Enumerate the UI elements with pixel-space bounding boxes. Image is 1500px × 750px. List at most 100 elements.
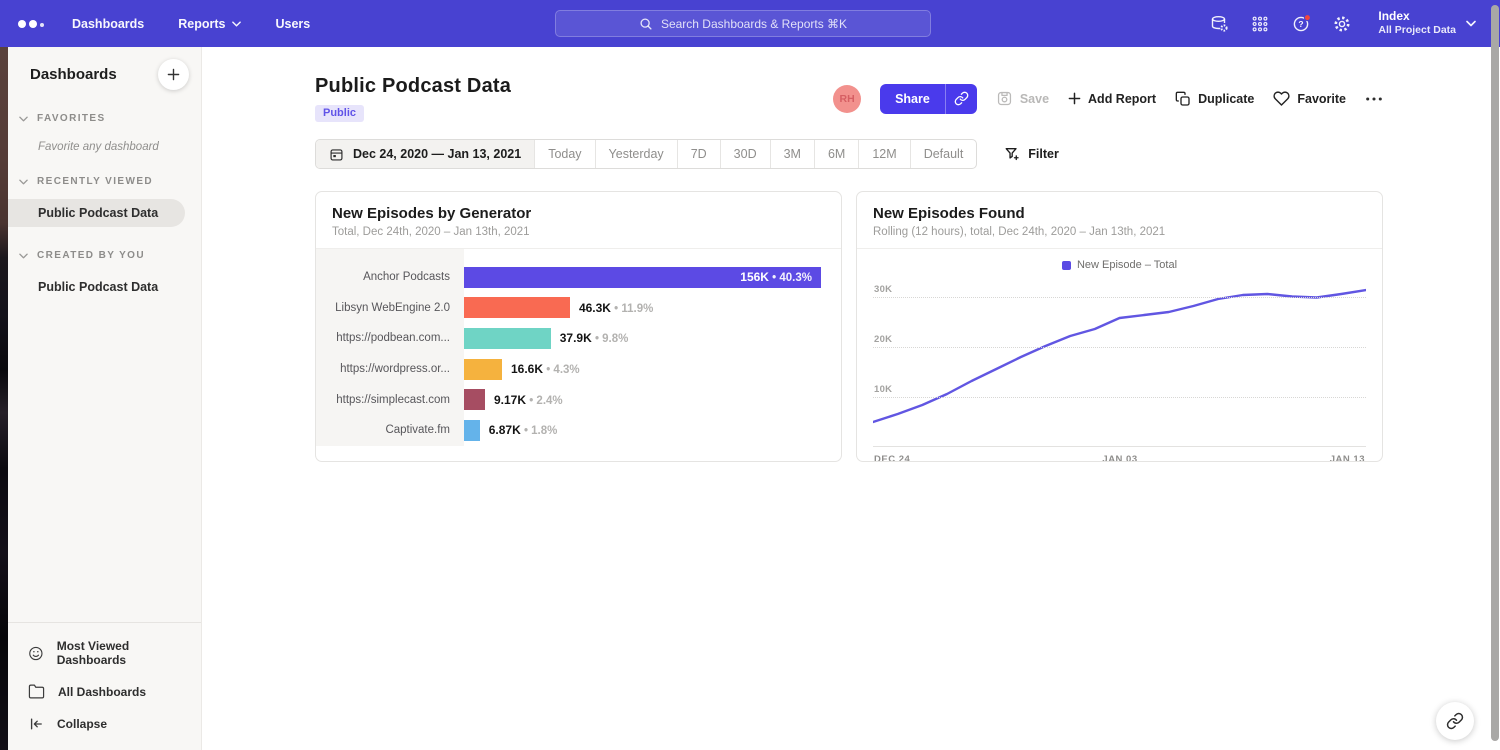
x-tick: JAN 03 (1102, 454, 1137, 462)
chevron-down-icon (19, 179, 28, 185)
bar-value-label: 9.17K • 2.4% (494, 393, 563, 407)
x-axis-labels: DEC 24 JAN 03 JAN 13 (873, 447, 1366, 462)
most-viewed-dashboards-button[interactable]: Most Viewed Dashboards (8, 631, 201, 675)
bar-segment[interactable]: 156K • 40.3% (464, 267, 821, 288)
chevron-down-icon (19, 116, 28, 122)
sidebar-item-public-podcast-data[interactable]: Public Podcast Data (8, 199, 185, 227)
save-button[interactable]: Save (996, 90, 1049, 107)
preset-6m[interactable]: 6M (814, 140, 858, 168)
chart-legend[interactable]: New Episode – Total (873, 258, 1366, 272)
bar-segment[interactable] (464, 420, 480, 441)
duplicate-label: Duplicate (1198, 92, 1254, 106)
add-report-button[interactable]: Add Report (1068, 92, 1156, 106)
nav-item-users[interactable]: Users (275, 17, 310, 31)
chart-subtitle: Rolling (12 hours), total, Dec 24th, 202… (873, 226, 1366, 238)
main-content: Public Podcast Data Public RH Share (202, 47, 1500, 750)
background-strip (0, 47, 8, 750)
section-label: RECENTLY VIEWED (37, 176, 153, 187)
chevron-down-icon (1466, 20, 1476, 27)
preset-12m[interactable]: 12M (858, 140, 909, 168)
bar-chart-card[interactable]: New Episodes by Generator Total, Dec 24t… (315, 191, 842, 462)
bar-segment[interactable] (464, 359, 502, 380)
section-label: CREATED BY YOU (37, 250, 145, 261)
bar-chart: Anchor Podcasts156K • 40.3%Libsyn WebEng… (316, 249, 841, 457)
sidebar: Dashboards FAVORITES Favorite any dashbo… (8, 47, 202, 750)
save-label: Save (1020, 92, 1049, 106)
sidebar-section-created-by-you[interactable]: CREATED BY YOU (8, 250, 201, 261)
bar-value-label: 46.3K • 11.9% (579, 301, 653, 315)
sidebar-title: Dashboards (30, 66, 117, 83)
bar-category-label: https://simplecast.com (316, 394, 464, 406)
settings-gear-icon[interactable] (1331, 13, 1353, 35)
nav-item-label: Users (275, 17, 310, 31)
calendar-icon (329, 147, 344, 162)
bar-segment[interactable] (464, 389, 485, 410)
collapse-sidebar-button[interactable]: Collapse (8, 708, 201, 740)
search-input[interactable]: Search Dashboards & Reports ⌘K (555, 10, 931, 37)
chart-title: New Episodes by Generator (332, 205, 825, 222)
line-chart-card[interactable]: New Episodes Found Rolling (12 hours), t… (856, 191, 1383, 462)
bar-segment[interactable] (464, 328, 551, 349)
scrollbar[interactable] (1491, 5, 1499, 741)
favorite-button[interactable]: Favorite (1273, 90, 1346, 107)
bar-row: Captivate.fm6.87K • 1.8% (316, 415, 841, 446)
project-subtitle: All Project Data (1378, 24, 1456, 37)
date-range-button[interactable]: Dec 24, 2020 — Jan 13, 2021 (316, 140, 534, 168)
preset-yesterday[interactable]: Yesterday (595, 140, 677, 168)
preset-30d[interactable]: 30D (720, 140, 770, 168)
share-button[interactable]: Share (880, 84, 946, 114)
filter-button[interactable]: Filter (1004, 146, 1059, 162)
footer-item-label: All Dashboards (58, 685, 146, 699)
chevron-down-icon (19, 253, 28, 259)
preset-3m[interactable]: 3M (770, 140, 814, 168)
more-options-button[interactable] (1365, 94, 1383, 104)
project-switcher[interactable]: Index All Project Data (1378, 9, 1476, 37)
top-navbar: Dashboards Reports Users Search Dashboar… (0, 0, 1500, 47)
bar-segment[interactable] (464, 297, 570, 318)
plus-icon (1068, 92, 1081, 105)
bar-category-label: Anchor Podcasts (316, 271, 464, 283)
filter-icon (1004, 146, 1020, 162)
preset-today[interactable]: Today (534, 140, 594, 168)
ellipsis-icon (1365, 94, 1383, 104)
duplicate-icon (1175, 91, 1191, 107)
bar-category-label: https://podbean.com... (316, 332, 464, 344)
share-link-button[interactable] (946, 84, 977, 114)
link-icon (1446, 712, 1464, 730)
legend-label: New Episode – Total (1077, 259, 1177, 271)
all-dashboards-button[interactable]: All Dashboards (8, 675, 201, 708)
bar-row: https://podbean.com... 37.9K • 9.8% (316, 323, 841, 354)
sidebar-section-recently-viewed[interactable]: RECENTLY VIEWED (8, 176, 201, 187)
avatar[interactable]: RH (833, 85, 861, 113)
x-tick: DEC 24 (874, 454, 910, 462)
apps-grid-icon[interactable] (1249, 13, 1271, 35)
amplitude-logo-icon[interactable] (18, 20, 44, 28)
legend-swatch (1062, 261, 1071, 270)
bar-row: https://wordpress.or...16.6K • 4.3% (316, 354, 841, 385)
help-icon[interactable]: ? (1290, 13, 1312, 35)
sidebar-item-public-podcast-data[interactable]: Public Podcast Data (8, 273, 201, 301)
collapse-icon (28, 716, 44, 732)
date-range-value: Dec 24, 2020 — Jan 13, 2021 (353, 147, 521, 161)
line-series[interactable] (873, 290, 1366, 422)
data-sources-icon[interactable] (1208, 13, 1230, 35)
favorites-empty-text: Favorite any dashboard (38, 141, 201, 153)
chevron-down-icon (232, 21, 241, 27)
nav-item-dashboards[interactable]: Dashboards (72, 17, 144, 31)
preset-7d[interactable]: 7D (677, 140, 720, 168)
add-report-label: Add Report (1088, 92, 1156, 106)
chart-subtitle: Total, Dec 24th, 2020 – Jan 13th, 2021 (332, 226, 825, 238)
svg-text:?: ? (1298, 19, 1303, 29)
preset-default[interactable]: Default (910, 140, 977, 168)
section-label: FAVORITES (37, 113, 106, 124)
nav-item-reports[interactable]: Reports (178, 17, 241, 31)
bar-row: Anchor Podcasts156K • 40.3% (316, 262, 841, 293)
sidebar-section-favorites[interactable]: FAVORITES (8, 113, 201, 124)
share-link-fab[interactable] (1436, 702, 1474, 740)
duplicate-button[interactable]: Duplicate (1175, 91, 1254, 107)
bar-value-label: 37.9K • 9.8% (560, 331, 629, 345)
bar-category-label: https://wordpress.or... (316, 363, 464, 375)
public-badge: Public (315, 105, 364, 122)
add-dashboard-button[interactable] (158, 59, 189, 90)
y-tick: 20K (874, 334, 892, 345)
